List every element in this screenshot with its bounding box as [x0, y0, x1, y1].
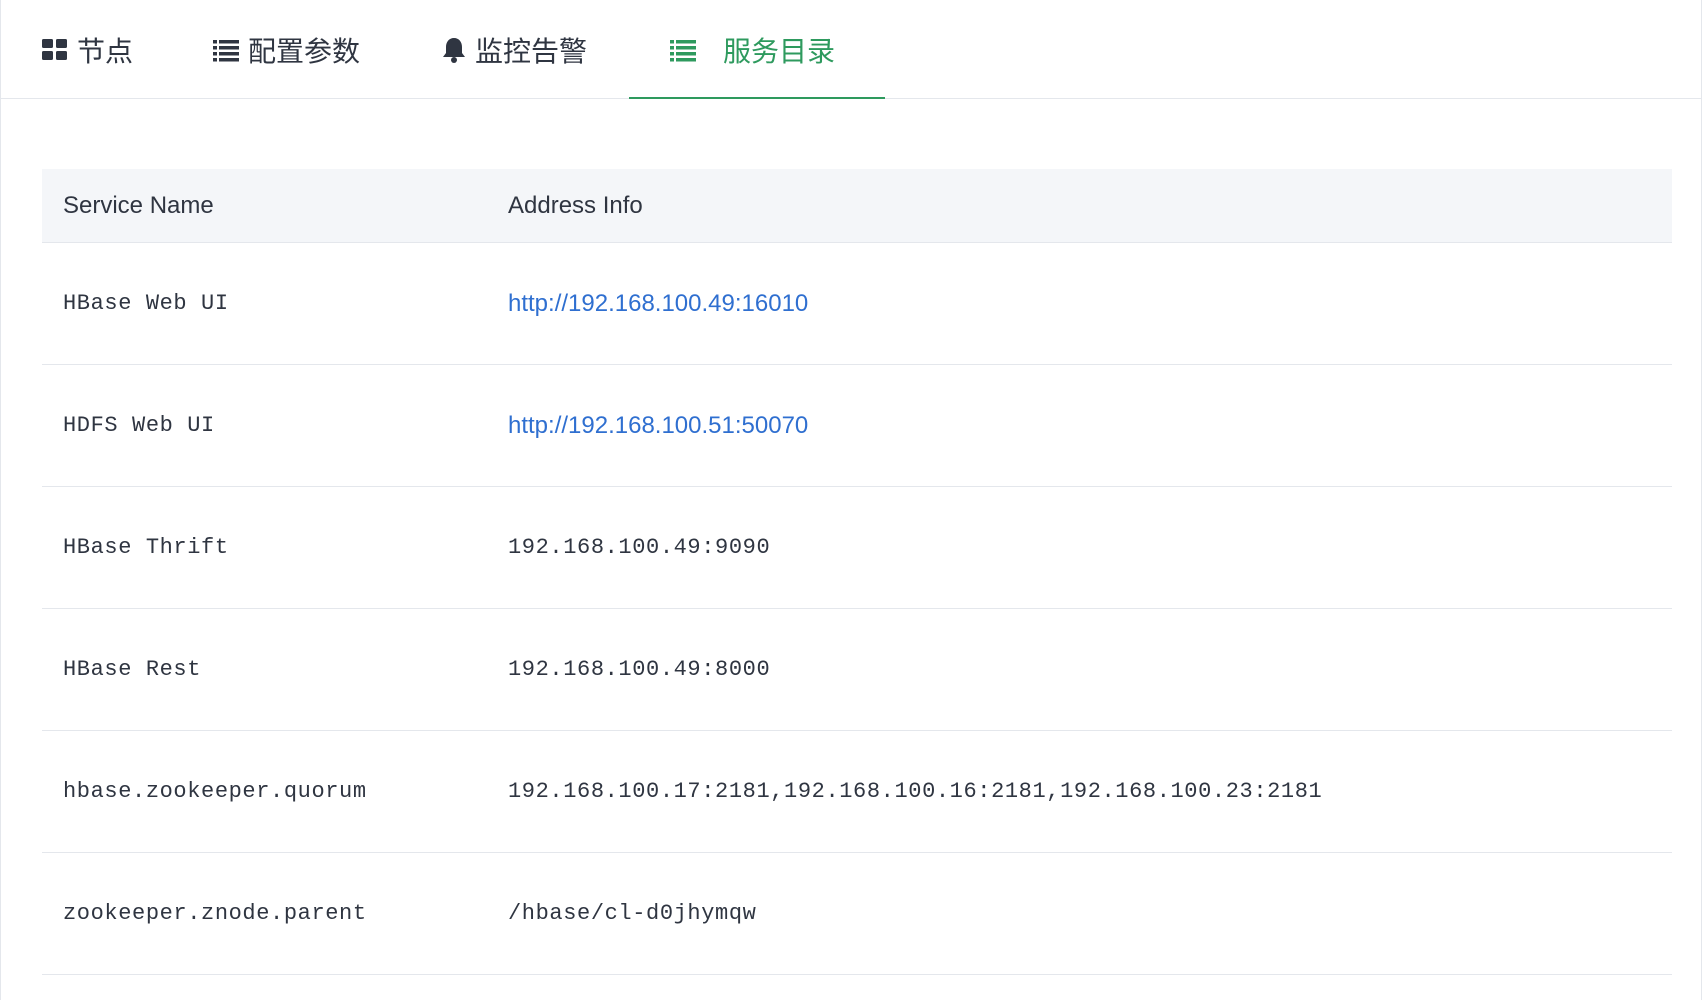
service-name-cell: HBase Thrift [63, 535, 229, 560]
service-name-cell: HDFS Web UI [63, 413, 215, 438]
tab-monitoring-alerts[interactable]: 监控告警 [441, 0, 587, 99]
tab-bar: 节点 配置参数 监控告警 服务目录 [1, 0, 1701, 99]
table-row: zookeeper.znode.parent /hbase/cl-d0jhymq… [42, 853, 1672, 975]
table-header: Service Name Address Info [42, 169, 1672, 243]
service-directory-page: 节点 配置参数 监控告警 服务目录 Service Name Address I… [0, 0, 1702, 1000]
tab-label: 节点 [77, 35, 134, 67]
column-header-service-name: Service Name [63, 191, 214, 219]
service-name-cell: hbase.zookeeper.quorum [63, 779, 367, 804]
column-header-address-info: Address Info [508, 191, 643, 219]
bell-icon [441, 36, 467, 64]
table-row: HBase Rest 192.168.100.49:8000 [42, 609, 1672, 731]
address-link[interactable]: http://192.168.100.51:50070 [508, 412, 808, 439]
active-tab-indicator [629, 97, 885, 99]
service-name-cell: zookeeper.znode.parent [63, 901, 367, 926]
table-row: HBase Web UI http://192.168.100.49:16010 [42, 243, 1672, 365]
address-cell: http://192.168.100.51:50070 [508, 412, 1672, 440]
service-table: Service Name Address Info HBase Web UI h… [42, 169, 1672, 975]
address-link[interactable]: http://192.168.100.49:16010 [508, 290, 808, 317]
tab-label: 服务目录 [723, 35, 836, 67]
address-cell: http://192.168.100.49:16010 [508, 290, 1672, 318]
address-cell: 192.168.100.49:9090 [508, 535, 771, 560]
list-icon [212, 38, 240, 62]
table-row: HBase Thrift 192.168.100.49:9090 [42, 487, 1672, 609]
address-cell: 192.168.100.49:8000 [508, 657, 771, 682]
tab-label: 监控告警 [475, 35, 588, 67]
tab-config-params[interactable]: 配置参数 [212, 0, 360, 99]
tab-nodes[interactable]: 节点 [41, 0, 133, 99]
address-cell: /hbase/cl-d0jhymqw [508, 901, 757, 926]
table-row: hbase.zookeeper.quorum 192.168.100.17:21… [42, 731, 1672, 853]
list-icon [669, 38, 697, 62]
address-cell: 192.168.100.17:2181,192.168.100.16:2181,… [508, 779, 1323, 804]
service-name-cell: HBase Rest [63, 657, 202, 682]
tab-label: 配置参数 [248, 35, 361, 67]
grid-icon [41, 38, 69, 62]
table-row: HDFS Web UI http://192.168.100.51:50070 [42, 365, 1672, 487]
tab-service-directory[interactable]: 服务目录 [669, 0, 835, 99]
service-name-cell: HBase Web UI [63, 291, 229, 316]
